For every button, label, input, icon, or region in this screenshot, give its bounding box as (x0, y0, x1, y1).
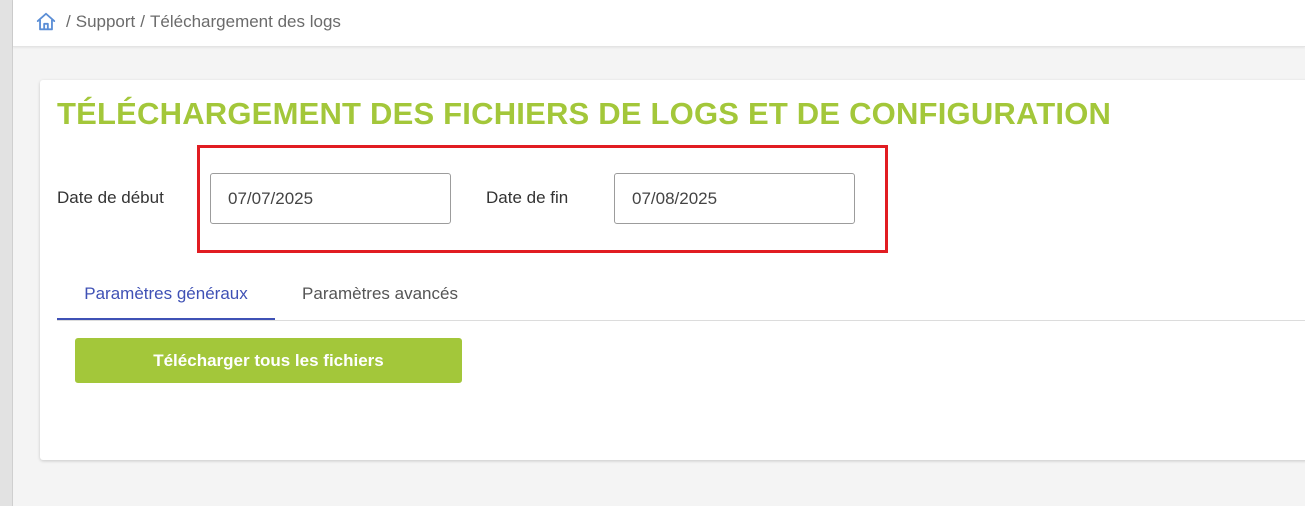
breadcrumb-separator: / (66, 12, 71, 31)
tab-bar: Paramètres généraux Paramètres avancés (57, 270, 1305, 321)
home-icon[interactable] (35, 11, 57, 33)
breadcrumb-item-current: Téléchargement des logs (150, 12, 341, 31)
start-date-label: Date de début (57, 188, 164, 207)
tab-general-settings[interactable]: Paramètres généraux (57, 270, 275, 320)
breadcrumb-item-support[interactable]: Support (76, 12, 136, 32)
end-date-label: Date de fin (486, 188, 569, 207)
breadcrumb-separator: / (140, 12, 146, 31)
end-date-input[interactable] (614, 173, 855, 224)
tab-label: Paramètres avancés (302, 284, 458, 303)
breadcrumb: / Support / Téléchargement des logs (35, 11, 341, 33)
start-date-input[interactable] (210, 173, 451, 224)
download-all-button[interactable]: Télécharger tous les fichiers (75, 338, 462, 383)
top-bar: / Support / Téléchargement des logs (13, 0, 1305, 47)
tab-advanced-settings[interactable]: Paramètres avancés (275, 270, 485, 318)
tab-label: Paramètres généraux (84, 284, 248, 303)
left-rail (0, 0, 13, 506)
logs-card: TÉLÉCHARGEMENT DES FICHIERS DE LOGS ET D… (40, 80, 1305, 460)
page-title: TÉLÉCHARGEMENT DES FICHIERS DE LOGS ET D… (57, 96, 1112, 131)
